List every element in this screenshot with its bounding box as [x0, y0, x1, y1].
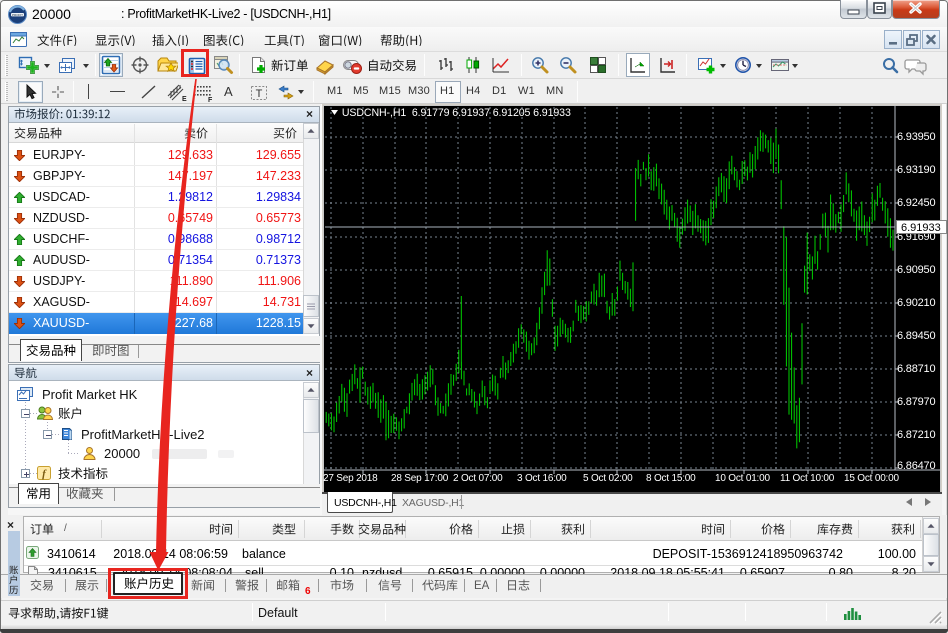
svg-text:E: E — [182, 96, 187, 103]
svg-text:T: T — [256, 88, 263, 100]
svg-text:PROFIT: PROFIT — [12, 13, 23, 17]
svg-text:F: F — [208, 97, 213, 103]
